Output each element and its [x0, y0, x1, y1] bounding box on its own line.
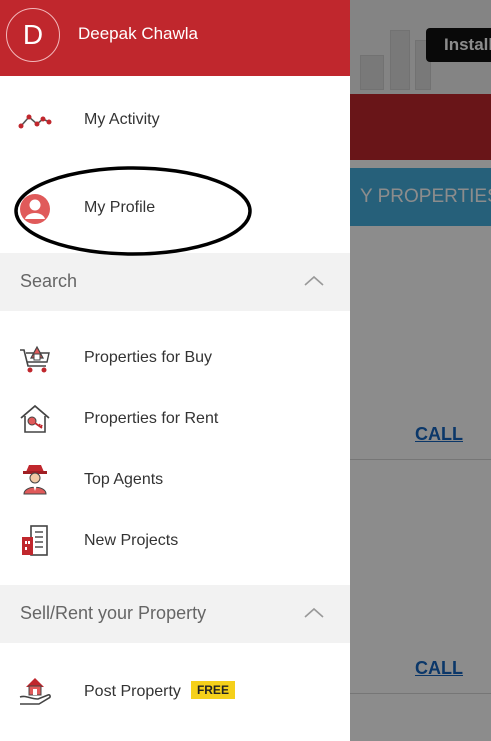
section-title: Sell/Rent your Property [20, 603, 207, 623]
search-section-header[interactable]: Search [0, 253, 350, 311]
chevron-up-icon[interactable] [302, 605, 326, 621]
navigation-drawer: D Deepak Chawla My Activity My Profile S… [0, 0, 350, 741]
cart-house-icon [18, 342, 52, 376]
agent-icon [18, 461, 52, 495]
hand-house-icon [18, 673, 52, 707]
drawer-header: D Deepak Chawla [0, 0, 350, 76]
menu-item-my-profile[interactable]: My Profile [0, 178, 350, 238]
menu-item-post-property[interactable]: Post Property FREE [0, 660, 350, 720]
menu-item-label: Post Property FREE [84, 681, 235, 701]
user-name[interactable]: Deepak Chawla [78, 24, 198, 44]
menu-item-label: Top Agents [84, 471, 164, 488]
chevron-up-icon[interactable] [302, 273, 326, 289]
house-key-icon [18, 402, 52, 436]
menu-item-label: Properties for Buy [84, 349, 213, 366]
sell-rent-section-header[interactable]: Sell/Rent your Property [0, 585, 350, 643]
menu-item-label: My Profile [84, 199, 156, 216]
menu-item-label: Properties for Rent [84, 410, 219, 427]
menu-item-properties-buy[interactable]: Properties for Buy [0, 328, 350, 388]
post-property-label: Post Property [84, 683, 181, 700]
menu-item-label: New Projects [84, 532, 179, 549]
profile-avatar-icon [18, 192, 52, 226]
avatar[interactable]: D [6, 8, 60, 62]
menu-item-top-agents[interactable]: Top Agents [0, 449, 350, 509]
free-badge: FREE [190, 681, 235, 699]
menu-item-properties-rent[interactable]: Properties for Rent [0, 389, 350, 449]
menu-item-new-projects[interactable]: New Projects [0, 510, 350, 570]
menu-item-label: My Activity [84, 111, 160, 128]
building-icon [18, 523, 52, 557]
menu-item-my-activity[interactable]: My Activity [0, 90, 350, 150]
activity-graph-icon [18, 104, 52, 138]
section-title: Search [20, 271, 78, 291]
